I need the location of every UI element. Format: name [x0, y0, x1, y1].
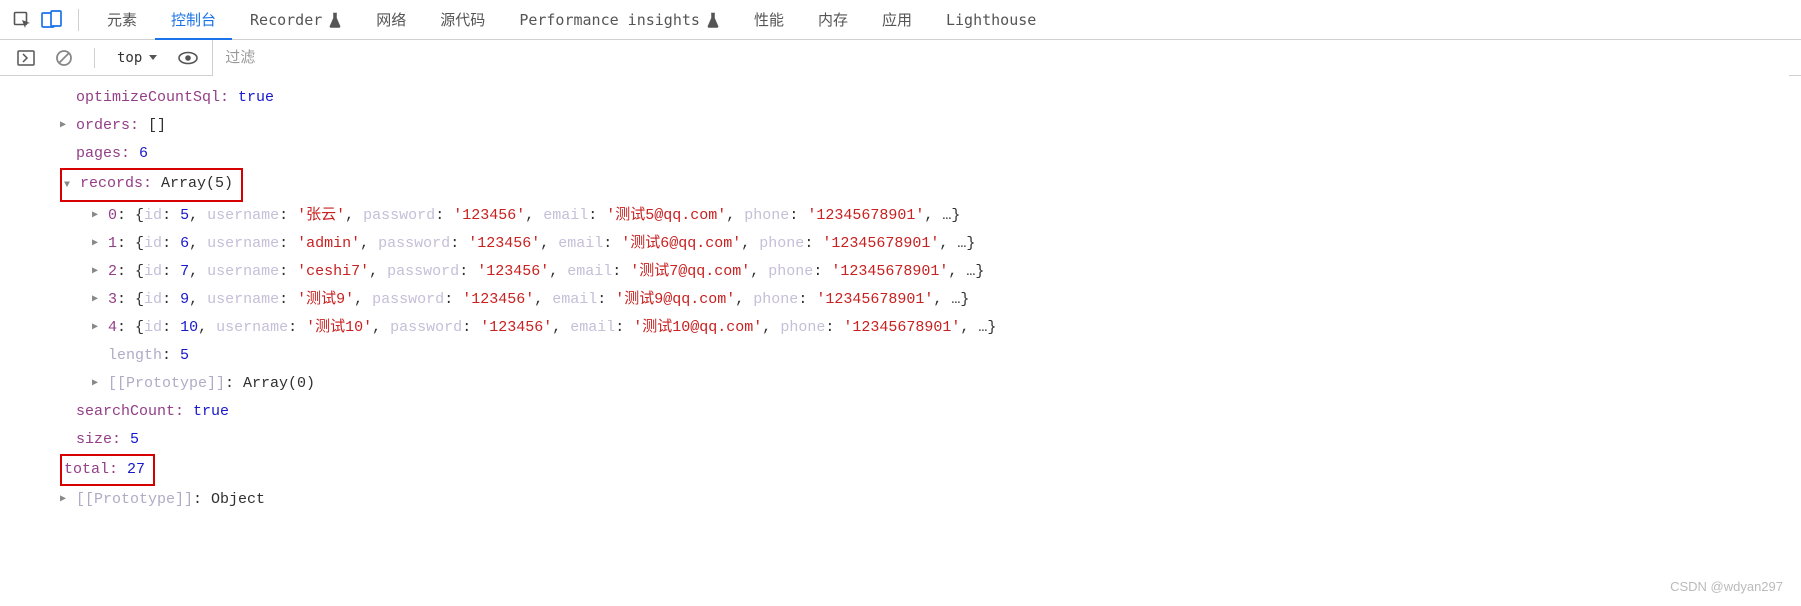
chevron-down-icon	[148, 54, 158, 62]
tab-performance-insights[interactable]: Performance insights	[503, 0, 736, 40]
prop-orders[interactable]: ▶orders: []	[20, 112, 1801, 140]
expand-arrow-icon[interactable]: ▶	[60, 486, 74, 514]
expand-arrow-icon[interactable]: ▶	[92, 258, 106, 286]
record-row[interactable]: ▶4: {id: 10, username: '测试10', password:…	[20, 314, 1801, 342]
prop-pages[interactable]: pages: 6	[20, 140, 1801, 168]
records-list: ▶0: {id: 5, username: '张云', password: '1…	[20, 202, 1801, 342]
prop-optimizeCountSql[interactable]: optimizeCountSql: true	[20, 84, 1801, 112]
collapse-arrow-icon[interactable]: ▼	[64, 172, 78, 200]
console-output: optimizeCountSql: true ▶orders: [] pages…	[0, 76, 1801, 538]
tab-console[interactable]: 控制台	[155, 0, 232, 40]
prop-records[interactable]: ▼records: Array(5)	[20, 168, 1801, 202]
context-selector[interactable]: top	[111, 48, 164, 68]
expand-arrow-icon[interactable]: ▶	[92, 314, 106, 342]
record-row[interactable]: ▶0: {id: 5, username: '张云', password: '1…	[20, 202, 1801, 230]
divider	[78, 9, 79, 31]
record-row[interactable]: ▶1: {id: 6, username: 'admin', password:…	[20, 230, 1801, 258]
record-row[interactable]: ▶3: {id: 9, username: '测试9', password: '…	[20, 286, 1801, 314]
prop-object-prototype[interactable]: ▶[[Prototype]]: Object	[20, 486, 1801, 514]
tab-sources[interactable]: 源代码	[424, 0, 501, 40]
expand-arrow-icon[interactable]: ▶	[92, 230, 106, 258]
tab-lighthouse[interactable]: Lighthouse	[930, 0, 1052, 40]
watermark: CSDN @wdyan297	[1670, 579, 1783, 594]
tab-performance[interactable]: 性能	[738, 0, 800, 40]
prop-searchCount[interactable]: searchCount: true	[20, 398, 1801, 426]
sidebar-toggle-icon[interactable]	[12, 44, 40, 72]
expand-arrow-icon[interactable]: ▶	[92, 286, 106, 314]
prop-size[interactable]: size: 5	[20, 426, 1801, 454]
expand-arrow-icon[interactable]: ▶	[60, 112, 74, 140]
tab-elements[interactable]: 元素	[91, 0, 153, 40]
expand-arrow-icon[interactable]: ▶	[92, 202, 106, 230]
live-expression-icon[interactable]	[174, 44, 202, 72]
tab-recorder-label: Recorder	[250, 11, 322, 29]
flask-icon	[706, 12, 720, 28]
flask-icon	[328, 12, 342, 28]
record-row[interactable]: ▶2: {id: 7, username: 'ceshi7', password…	[20, 258, 1801, 286]
tab-recorder[interactable]: Recorder	[234, 0, 358, 40]
filter-input[interactable]	[212, 40, 1789, 76]
tab-memory[interactable]: 内存	[802, 0, 864, 40]
inspect-icon[interactable]	[8, 6, 36, 34]
tab-network[interactable]: 网络	[360, 0, 422, 40]
tab-perf-insights-label: Performance insights	[519, 11, 700, 29]
devtools-tabbar: 元素 控制台 Recorder 网络 源代码 Performance insig…	[0, 0, 1801, 40]
prop-total[interactable]: total: 27	[20, 454, 1801, 486]
clear-console-icon[interactable]	[50, 44, 78, 72]
divider	[94, 48, 95, 68]
expand-arrow-icon[interactable]: ▶	[92, 370, 106, 398]
context-label: top	[117, 50, 142, 66]
prop-length[interactable]: length: 5	[20, 342, 1801, 370]
console-toolbar: top	[0, 40, 1801, 76]
tab-application[interactable]: 应用	[866, 0, 928, 40]
device-toggle-icon[interactable]	[38, 6, 66, 34]
prop-array-prototype[interactable]: ▶[[Prototype]]: Array(0)	[20, 370, 1801, 398]
